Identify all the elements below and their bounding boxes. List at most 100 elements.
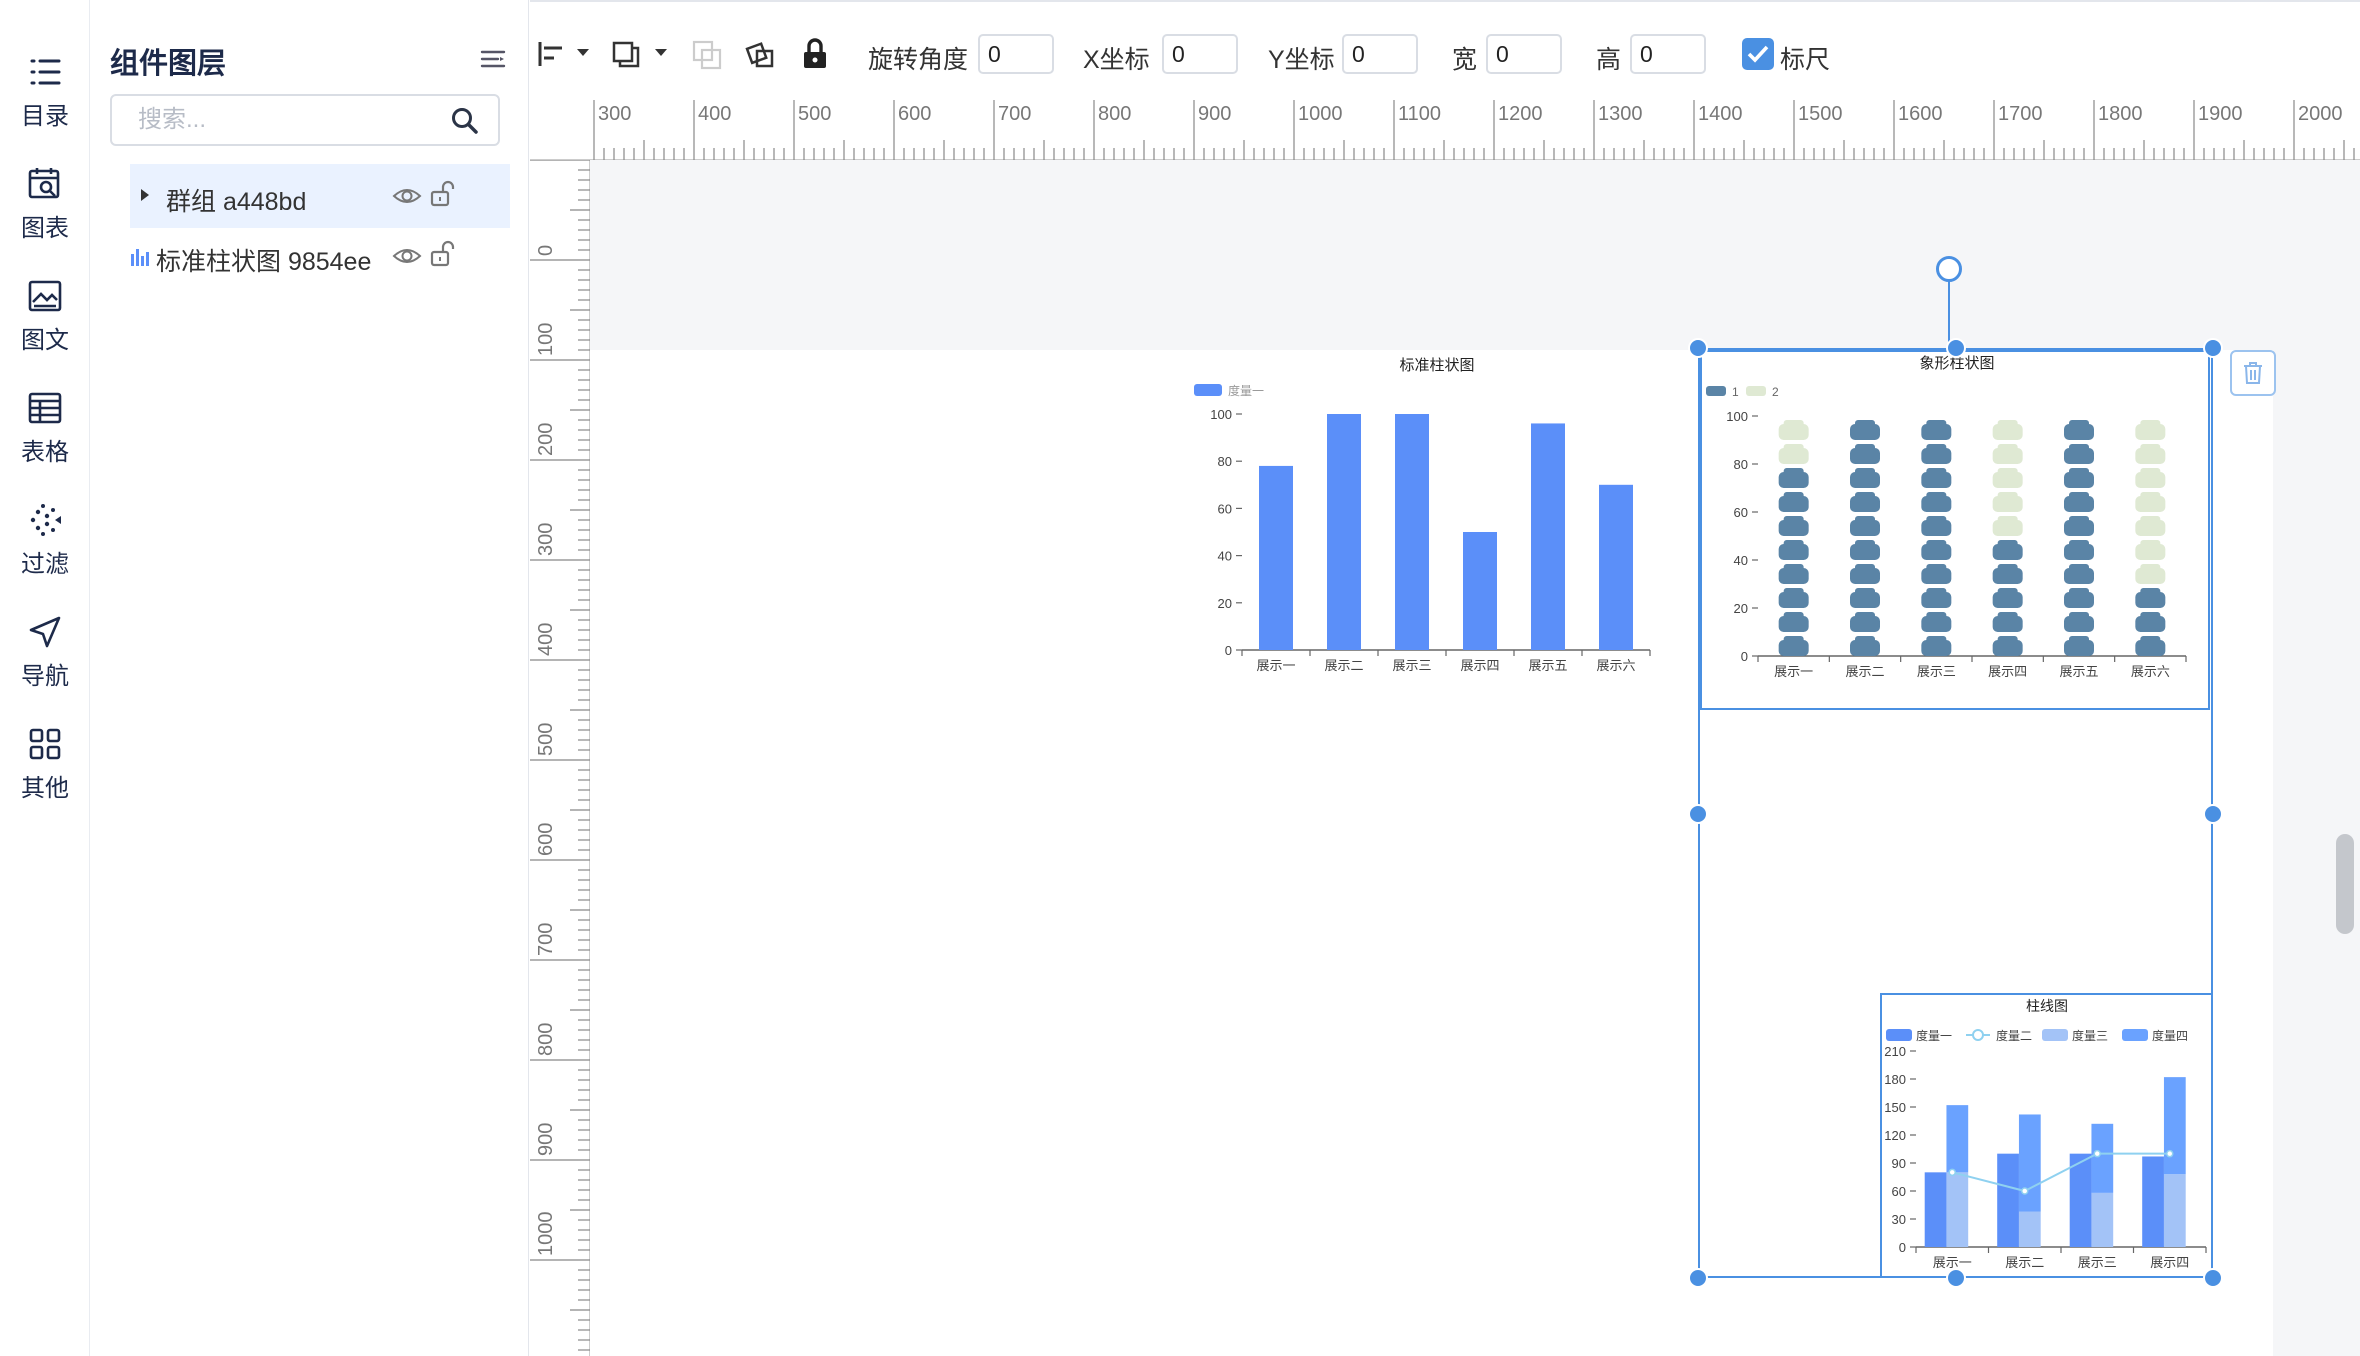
ruler-label: 1300 [1598, 103, 1643, 125]
chevron-down-icon[interactable] [654, 48, 668, 58]
layer-item-group[interactable]: 群组 a448bd [130, 164, 510, 228]
car-icon-roof [1926, 492, 1947, 500]
legend-swatch [1194, 384, 1222, 396]
y-tick-label: 40 [1218, 549, 1232, 564]
bar [1395, 414, 1429, 650]
vertical-ruler-svg: -10001002003004005006007008009001000 [530, 116, 590, 1351]
ruler-label: 200 [535, 423, 557, 456]
legend-swatch [1886, 1029, 1912, 1041]
width-label: 宽 [1452, 46, 1478, 74]
nav-item-6[interactable]: 其他 [0, 724, 90, 824]
y-tick-label: 210 [1884, 1044, 1906, 1059]
layers-title: 组件图层 [110, 48, 227, 80]
toolbar: 旋转角度 X坐标 Y坐标 宽 高 标尺 [530, 0, 2360, 100]
resize-handle-s[interactable] [1946, 1268, 1966, 1288]
resize-handle-nw[interactable] [1688, 338, 1708, 358]
nav-item-4[interactable]: 过滤 [0, 500, 90, 600]
nav-item-label: 过滤 [21, 551, 69, 578]
resize-handle-se[interactable] [2203, 1268, 2223, 1288]
search-input[interactable] [138, 106, 438, 134]
check-icon [1747, 45, 1769, 63]
car-icon-roof [1926, 420, 1947, 428]
x-tick-label: 展示五 [2059, 664, 2098, 679]
nav-item-0[interactable]: 目录 [0, 52, 90, 152]
pictorial-bar-chart[interactable]: 象形柱状图 1 2 0 20 40 60 80 100 展示一 展示二 展示三 展示四 展示五 展示六 [1700, 350, 2210, 710]
nav-item-label: 表格 [21, 439, 69, 466]
icon-sidebar: 目录图表图文表格过滤导航其他 [0, 0, 90, 1356]
collapse-menu-icon[interactable] [478, 44, 508, 74]
ruler-label: 100 [535, 323, 557, 356]
unlock-icon[interactable] [430, 180, 456, 208]
ruler-label: 0 [535, 245, 557, 256]
layer-item-bar-chart[interactable]: 标准柱状图 9854ee [130, 224, 510, 288]
rotate-handle[interactable] [1936, 256, 1962, 282]
y-tick-label: 100 [1726, 409, 1748, 424]
x-tick-label: 展示三 [1917, 664, 1956, 679]
height-input[interactable] [1630, 34, 1706, 74]
search-icon[interactable] [450, 106, 480, 136]
layer-order-icon[interactable] [610, 36, 644, 72]
layer-search-field[interactable] [110, 94, 500, 146]
car-icon-roof [2069, 636, 2089, 644]
y-tick-label: 30 [1892, 1212, 1906, 1227]
car-icon-roof [2140, 468, 2161, 476]
resize-handle-w[interactable] [1688, 804, 1708, 824]
legend-label: 度量三 [2072, 1028, 2108, 1043]
eye-icon[interactable] [392, 244, 422, 268]
resize-handle-ne[interactable] [2203, 338, 2223, 358]
resize-handle-e[interactable] [2203, 804, 2223, 824]
car-icon-roof [1855, 420, 1875, 428]
car-icon-roof [1855, 636, 1875, 644]
ruler-label: 600 [898, 103, 931, 125]
car-icon-roof [2069, 588, 2089, 596]
car-icon-roof [2140, 540, 2161, 548]
car-icon-roof [1997, 492, 2018, 500]
car-icon-roof [1997, 444, 2018, 452]
car-icon-roof [1997, 468, 2018, 476]
line-point [1948, 1168, 1956, 1177]
x-tick-label: 展示四 [2150, 1255, 2189, 1270]
car-icon-roof [1783, 564, 1804, 572]
car-icon-roof [1997, 612, 2018, 620]
x-tick-label: 展示一 [1774, 664, 1813, 679]
align-left-icon[interactable] [534, 36, 568, 72]
bar-series-4 [2091, 1123, 2114, 1193]
resize-handle-sw[interactable] [1688, 1268, 1708, 1288]
nav-item-3[interactable]: 表格 [0, 388, 90, 488]
nav-item-2[interactable]: 图文 [0, 276, 90, 376]
horizontal-ruler: 300 400 500 600 700 800 900 1000 1100 1200 1300 140… [530, 100, 2360, 160]
bar-series-4 [1946, 1105, 1969, 1173]
nav-item-5[interactable]: 导航 [0, 612, 90, 712]
chevron-down-icon[interactable] [576, 48, 590, 58]
x-tick-label: 展示六 [1596, 658, 1635, 673]
bar-line-chart[interactable]: 柱线图 度量一 度量二 度量三 度量四 0 30 60 90 120 150 180 210 展示一 展示二… [1880, 993, 2213, 1278]
resize-handle-n[interactable] [1946, 338, 1966, 358]
rotate-input[interactable] [978, 34, 1054, 74]
car-icon-roof [1926, 444, 1947, 452]
y-input[interactable] [1342, 34, 1418, 74]
bar-chart-svg: 标准柱状图度量一 0 20 40 60 80 100 展示一 展示二 展示三 展示四 展示五 展示六 [1194, 357, 1651, 673]
bar [1327, 414, 1361, 650]
nav-item-1[interactable]: 图表 [0, 164, 90, 264]
height-label: 高 [1596, 46, 1622, 74]
ungroup-icon[interactable] [744, 36, 778, 72]
editor-canvas[interactable]: 300 400 500 600 700 800 900 1000 1100 1200 1300 140… [530, 100, 2360, 1356]
vertical-scrollbar[interactable] [2336, 834, 2354, 934]
y-tick-label: 80 [1734, 457, 1748, 472]
car-icon-roof [1855, 444, 1875, 452]
y-tick-label: 100 [1210, 407, 1232, 422]
expand-caret-icon[interactable] [138, 186, 152, 204]
car-icon-roof [1855, 588, 1875, 596]
lock-icon[interactable] [798, 36, 832, 72]
car-icon-roof [1783, 588, 1804, 596]
width-input[interactable] [1486, 34, 1562, 74]
unlock-icon[interactable] [430, 240, 456, 268]
car-icon-roof [1783, 492, 1804, 500]
delete-button[interactable] [2230, 350, 2276, 396]
standard-bar-chart[interactable]: 标准柱状图 度量一 0 20 40 60 80 100 展示一 展示二 展示三 展示四 展示五 展示六 [1150, 350, 1670, 730]
x-input[interactable] [1162, 34, 1238, 74]
group-icon[interactable] [690, 36, 724, 72]
eye-icon[interactable] [392, 184, 422, 208]
ruler-checkbox[interactable] [1742, 38, 1774, 70]
bar-series-3 [2018, 1211, 2041, 1247]
